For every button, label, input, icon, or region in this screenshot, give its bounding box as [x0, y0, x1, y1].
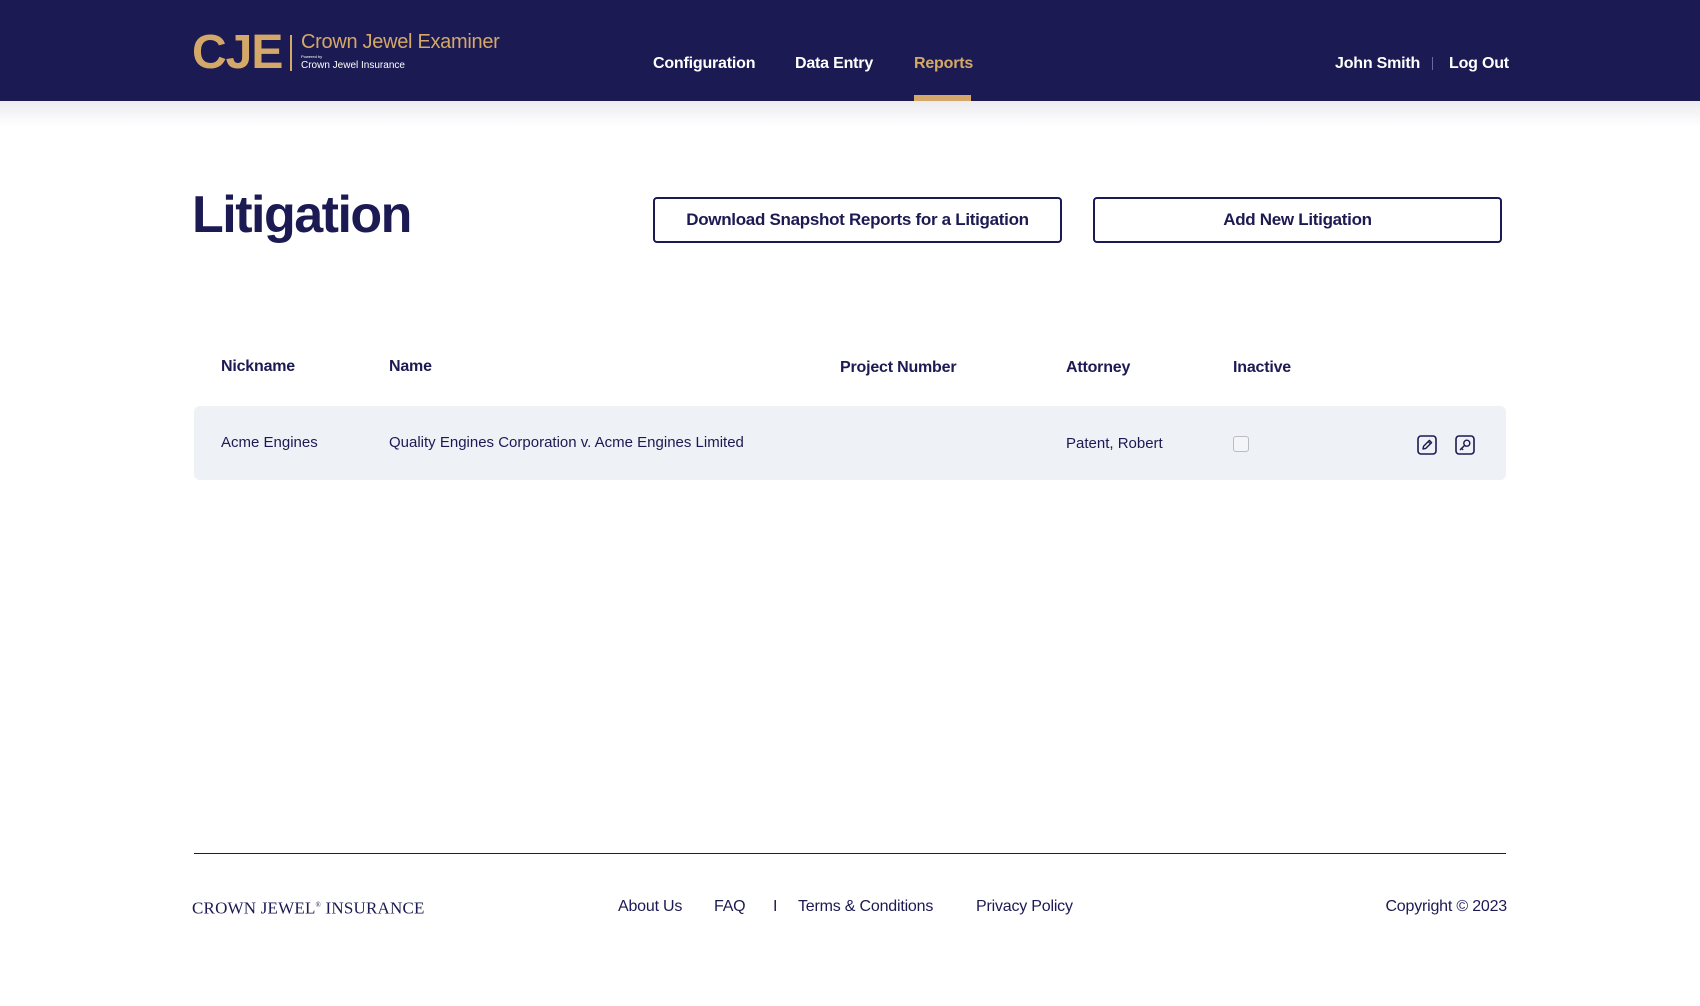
footer-brand-mark: ®	[315, 901, 322, 909]
footer-divider	[194, 853, 1506, 854]
user-separator	[1432, 57, 1433, 70]
footer-link-faq[interactable]: FAQ	[714, 897, 746, 917]
footer-link-terms[interactable]: Terms & Conditions	[798, 897, 933, 917]
inactive-checkbox[interactable]	[1233, 436, 1249, 452]
column-header-project-number[interactable]: Project Number	[840, 358, 957, 378]
nav-data-entry[interactable]: Data Entry	[795, 54, 873, 74]
footer-brand-left: CROWN JEWEL	[192, 898, 316, 918]
header-shadow	[0, 101, 1700, 127]
key-icon[interactable]	[1455, 435, 1475, 455]
footer-brand-right: INSURANCE	[325, 898, 425, 918]
logout-link[interactable]: Log Out	[1449, 54, 1509, 74]
edit-icon[interactable]	[1417, 435, 1437, 455]
cell-attorney: Patent, Robert	[1066, 435, 1163, 452]
column-header-attorney[interactable]: Attorney	[1066, 358, 1130, 378]
cell-nickname: Acme Engines	[221, 434, 318, 451]
footer-link-about-us[interactable]: About Us	[618, 897, 682, 917]
footer-link-privacy[interactable]: Privacy Policy	[976, 897, 1073, 917]
page-title: Litigation	[192, 186, 412, 244]
add-litigation-button[interactable]: Add New Litigation	[1093, 197, 1502, 243]
logo-subtitle: Crown Jewel Insurance	[301, 60, 405, 71]
copyright-text: Copyright © 2023	[1385, 898, 1507, 915]
logo-mark[interactable]: CJE	[192, 28, 283, 78]
column-header-name[interactable]: Name	[389, 357, 432, 377]
cell-name: Quality Engines Corporation v. Acme Engi…	[389, 434, 744, 451]
column-header-inactive[interactable]: Inactive	[1233, 358, 1291, 378]
download-snapshot-button[interactable]: Download Snapshot Reports for a Litigati…	[653, 197, 1062, 243]
column-header-nickname[interactable]: Nickname	[221, 357, 295, 377]
nav-configuration[interactable]: Configuration	[653, 54, 755, 74]
nav-reports[interactable]: Reports	[914, 54, 973, 74]
logo-title: Crown Jewel Examiner	[301, 31, 500, 53]
top-nav-bar: CJE Crown Jewel Examiner Powered by Crow…	[0, 0, 1700, 101]
logo-divider	[290, 35, 292, 71]
user-name[interactable]: John Smith	[1335, 54, 1420, 74]
footer-separator: I	[773, 898, 778, 915]
footer-brand-logo: CROWN JEWEL® INSURANCE	[192, 895, 425, 919]
logo-powered-by: Powered by	[301, 54, 323, 59]
